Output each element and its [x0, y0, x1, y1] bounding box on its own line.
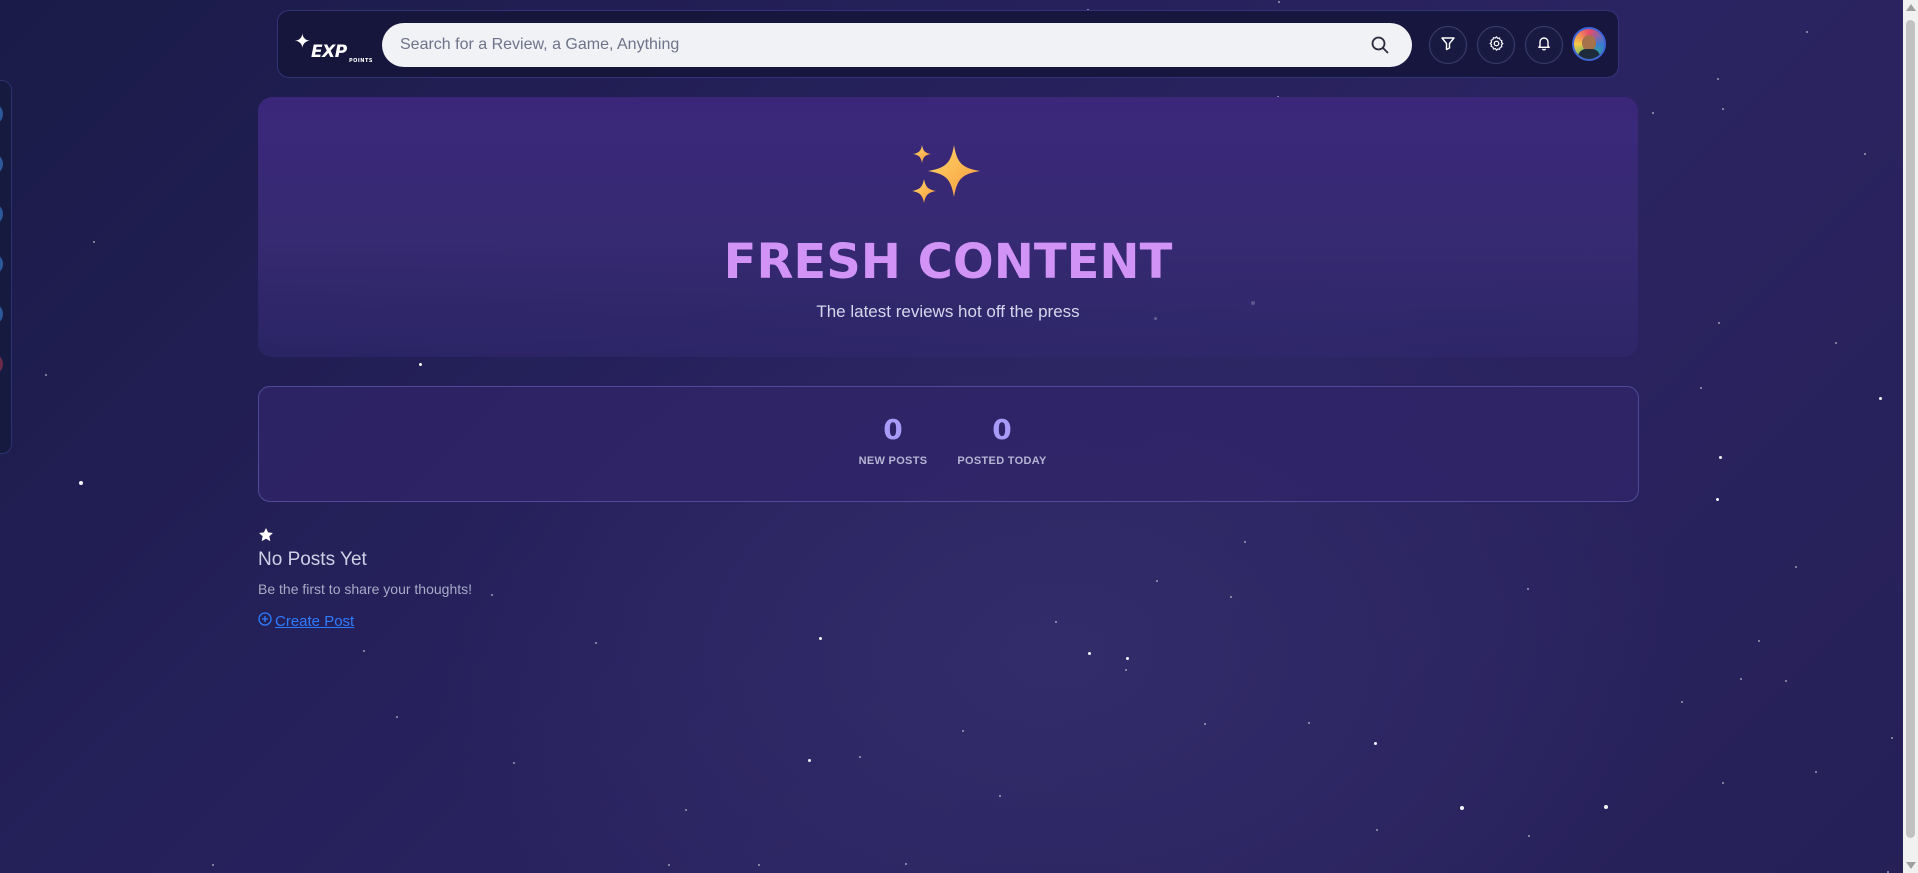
star-dot	[1088, 652, 1091, 655]
star-dot	[1785, 680, 1787, 682]
star-dot	[212, 864, 214, 866]
star-dot	[1879, 397, 1882, 400]
star-dot	[1758, 640, 1760, 642]
star-dot	[1460, 806, 1464, 810]
settings-button[interactable]	[1477, 26, 1515, 64]
star-dot	[513, 762, 515, 764]
stat-label: POSTED TODAY	[957, 455, 1047, 467]
star-dot	[758, 864, 760, 866]
star-dot	[1376, 829, 1378, 831]
star-dot	[491, 594, 493, 596]
star-dot	[1681, 701, 1683, 703]
page-title: FRESH CONTENT	[723, 234, 1173, 290]
empty-state-description: Be the first to share your thoughts!	[258, 581, 473, 597]
star-dot	[595, 642, 597, 644]
star-dot	[396, 716, 398, 718]
star-dot	[1527, 588, 1529, 590]
star-dot	[668, 864, 670, 866]
logo-text: EXP	[311, 42, 347, 62]
star-dot	[1700, 387, 1702, 389]
star-dot	[859, 756, 861, 758]
scrollbar-thumb[interactable]	[1906, 20, 1915, 838]
star-dot	[45, 374, 47, 376]
star-dot	[1719, 456, 1722, 459]
star-dot	[1230, 596, 1232, 598]
star-dot	[1374, 742, 1377, 745]
star-dot	[1055, 621, 1057, 623]
logo-subtext: POINTS	[349, 58, 373, 64]
star-dot	[1717, 78, 1719, 80]
sidebar-item[interactable]	[0, 153, 3, 175]
stat-value: 0	[883, 413, 903, 446]
search-input[interactable]	[382, 23, 1342, 67]
star-icon	[258, 527, 274, 543]
sidebar-item[interactable]	[0, 203, 3, 225]
star-dot	[685, 809, 687, 811]
star-dot	[1308, 722, 1310, 724]
stat-posted-today: 0 POSTED TODAY	[952, 413, 1052, 467]
create-post-link[interactable]: Create Post	[258, 612, 354, 630]
create-post-label: Create Post	[275, 612, 355, 630]
star-dot	[905, 863, 907, 865]
star-dot	[1795, 566, 1797, 568]
star-dot	[962, 730, 964, 732]
search-icon[interactable]	[1370, 35, 1390, 55]
stat-new-posts: 0 NEW POSTS	[853, 413, 933, 467]
star-dot	[1204, 723, 1206, 725]
logo-spark-icon: ✦	[294, 29, 311, 53]
sidebar-item[interactable]	[0, 103, 3, 125]
star-dot	[1244, 541, 1246, 543]
star-dot	[819, 637, 822, 640]
star-dot	[1278, 1, 1280, 3]
avatar-body	[1578, 49, 1600, 59]
collapsed-sidebar[interactable]	[0, 80, 12, 454]
star-dot	[1528, 835, 1530, 837]
top-navbar: ✦ EXP POINTS	[277, 10, 1619, 78]
star-dot	[79, 481, 83, 485]
star-dot	[1722, 108, 1724, 110]
plus-circle-icon	[258, 612, 272, 630]
star-dot	[999, 795, 1001, 797]
empty-state-title: No Posts Yet	[258, 549, 367, 570]
star-dot	[1126, 657, 1129, 660]
page-scrollbar[interactable]	[1903, 0, 1918, 873]
star-dot	[1604, 805, 1608, 809]
stat-value: 0	[992, 413, 1012, 446]
gear-icon	[1488, 35, 1505, 56]
site-logo[interactable]: ✦ EXP POINTS	[294, 31, 374, 67]
search-bar	[382, 23, 1412, 67]
star-dot	[1718, 322, 1720, 324]
sidebar-item[interactable]	[0, 303, 3, 325]
scroll-up-arrow-icon[interactable]	[1906, 4, 1916, 11]
star-dot	[1652, 112, 1654, 114]
sidebar-item[interactable]	[0, 353, 3, 375]
filter-button[interactable]	[1429, 26, 1467, 64]
star-dot	[1835, 342, 1837, 344]
filter-icon	[1440, 35, 1456, 55]
star-dot	[1864, 153, 1866, 155]
star-dot	[1722, 782, 1724, 784]
stat-label: NEW POSTS	[858, 455, 928, 467]
scroll-down-arrow-icon[interactable]	[1906, 862, 1916, 869]
user-avatar[interactable]	[1572, 27, 1606, 61]
star-dot	[1716, 498, 1719, 501]
hero-section: FRESH CONTENT The latest reviews hot off…	[258, 97, 1638, 357]
star-dot	[363, 650, 365, 652]
notifications-button[interactable]	[1525, 26, 1563, 64]
page-subtitle: The latest reviews hot off the press	[816, 302, 1080, 321]
sidebar-item[interactable]	[0, 253, 3, 275]
star-dot	[1740, 678, 1742, 680]
star-dot	[93, 241, 95, 243]
star-dot	[1806, 31, 1808, 33]
stats-panel: 0 NEW POSTS 0 POSTED TODAY	[258, 386, 1639, 502]
sparkles-icon	[908, 141, 988, 211]
star-dot	[1125, 669, 1127, 671]
star-dot	[419, 363, 422, 366]
star-dot	[1156, 580, 1158, 582]
star-dot	[808, 759, 811, 762]
star-dot	[1891, 737, 1893, 739]
bell-icon	[1536, 35, 1552, 55]
star-dot	[1815, 771, 1817, 773]
